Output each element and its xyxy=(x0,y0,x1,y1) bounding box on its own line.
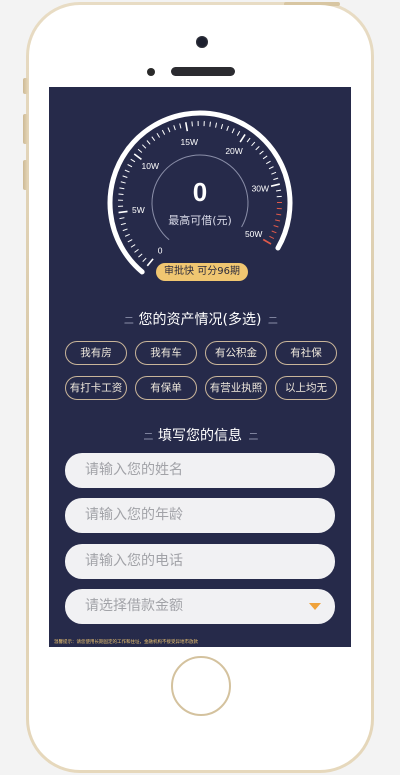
asset-option-salary[interactable]: 有打卡工资 xyxy=(65,376,127,400)
approval-badge: 审批快 可分96期 xyxy=(156,263,248,281)
gauge-tick-label: 10W xyxy=(142,161,159,171)
assets-title-text: 您的资产情况(多选) xyxy=(138,312,262,328)
gauge-tick-label: 0 xyxy=(158,245,163,255)
asset-option-social-security[interactable]: 有社保 xyxy=(275,341,337,365)
gauge-tick-label: 20W xyxy=(225,146,242,156)
phone-input[interactable]: 请输入您的电话 xyxy=(65,544,335,579)
chevron-down-icon xyxy=(309,603,321,610)
gauge-caption: 最高可借(元) xyxy=(168,214,232,227)
gauge-tick xyxy=(133,153,142,161)
loan-amount-select[interactable]: 请选择借款金额 xyxy=(65,589,335,624)
phone-frame: 0 5W 10W 15W 20W 30W 50W 0 最高可借(元) 审批快 可分96期 ニ… xyxy=(26,2,374,773)
age-input[interactable]: 请输入您的年龄 xyxy=(65,498,335,533)
gauge-tick xyxy=(251,141,256,147)
app-screen: 0 5W 10W 15W 20W 30W 50W 0 最高可借(元) 审批快 可分96期 ニ… xyxy=(49,87,351,647)
gauge-value: 0 xyxy=(192,177,208,207)
gauge-tick xyxy=(146,258,154,267)
info-title-text: 填写您的信息 xyxy=(158,428,242,444)
gauge-tick xyxy=(220,124,224,130)
gauge-tick xyxy=(236,131,241,136)
title-decoration-right: ニ xyxy=(248,430,259,443)
front-camera-icon xyxy=(196,36,208,48)
gauge-tick xyxy=(151,136,156,141)
gauge-tick-label: 50W xyxy=(245,229,262,239)
gauge-tick xyxy=(122,228,128,232)
gauge-tick xyxy=(161,129,166,135)
footnote: 温馨提示：请您使用长期固定的工作和住址，金融机构不接受异地市放款 xyxy=(54,640,198,645)
title-decoration-right: ニ xyxy=(267,314,278,327)
gauge-tick xyxy=(215,122,218,128)
gauge-tick xyxy=(268,166,274,170)
gauge-tick xyxy=(179,123,182,129)
gauge-tick xyxy=(262,155,268,160)
gauge-tick xyxy=(124,169,130,173)
asset-option-car[interactable]: 我有车 xyxy=(135,341,197,365)
gauge-tick xyxy=(127,239,133,243)
gauge-tick xyxy=(259,150,264,155)
gauge-tick xyxy=(271,230,277,234)
gauge-tick-label: 15W xyxy=(180,137,197,147)
gauge-tick xyxy=(262,238,272,245)
name-input[interactable]: 请输入您的姓名 xyxy=(65,453,335,488)
asset-option-house[interactable]: 我有房 xyxy=(65,341,127,365)
gauge-tick xyxy=(209,121,211,127)
gauge-tick xyxy=(156,132,161,138)
gauge-tick xyxy=(137,148,143,153)
gauge-tick xyxy=(173,125,176,131)
gauge-tick xyxy=(141,144,147,149)
home-button[interactable] xyxy=(171,656,231,716)
asset-option-insurance[interactable]: 有保单 xyxy=(135,376,197,400)
proximity-sensor xyxy=(147,68,155,76)
asset-option-business-license[interactable]: 有营业执照 xyxy=(205,376,267,400)
gauge-tick xyxy=(130,244,136,248)
gauge-tick xyxy=(167,127,171,133)
gauge-tick xyxy=(184,122,189,132)
volume-down-button xyxy=(23,160,28,190)
gauge-tick xyxy=(255,146,260,151)
gauge-tick xyxy=(226,125,229,131)
gauge-tick xyxy=(271,171,277,175)
gauge-tick xyxy=(146,140,151,145)
gauge-tick xyxy=(124,233,130,237)
gauge-tick xyxy=(138,253,143,258)
asset-options: 我有房 我有车 有公积金 有社保 有打卡工资 有保单 有营业执照 以上均无 xyxy=(65,341,337,400)
gauge-tick xyxy=(269,235,275,239)
gauge-tick xyxy=(246,137,251,143)
title-decoration-left: ニ xyxy=(143,430,154,443)
phone-body: 0 5W 10W 15W 20W 30W 50W 0 最高可借(元) 审批快 可分96期 ニ… xyxy=(29,5,371,770)
title-decoration-left: ニ xyxy=(123,314,135,327)
gauge-tick xyxy=(239,134,246,143)
loan-amount-placeholder: 请选择借款金额 xyxy=(85,598,183,614)
info-section-title: ニ填写您的信息ニ xyxy=(49,425,351,445)
earpiece-speaker xyxy=(171,67,235,76)
gauge-tick xyxy=(142,257,147,263)
mute-switch xyxy=(23,78,28,94)
volume-up-button xyxy=(23,114,28,144)
asset-option-none[interactable]: 以上均无 xyxy=(275,376,337,400)
gauge-tick xyxy=(265,160,271,165)
gauge-tick xyxy=(130,158,136,163)
asset-option-housing-fund[interactable]: 有公积金 xyxy=(205,341,267,365)
gauge-tick xyxy=(134,248,139,253)
gauge-tick xyxy=(127,164,133,168)
gauge-tick xyxy=(231,128,235,134)
assets-section-title: ニ您的资产情况(多选) ニ xyxy=(49,309,351,329)
